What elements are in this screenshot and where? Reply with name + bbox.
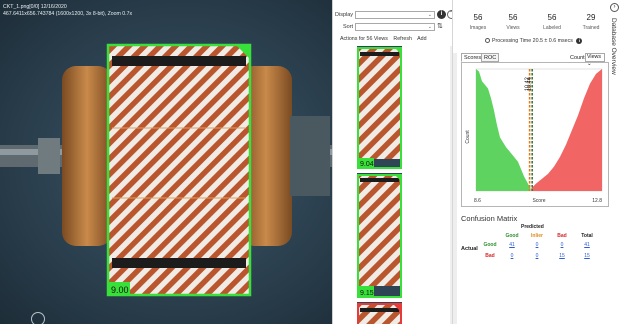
database-overview-panel: 56 Images 56 Views 56 Labeled 29 Trained…: [452, 0, 620, 324]
confusion-matrix-title: Confusion Matrix: [461, 214, 518, 223]
x-tick-label: 12.8: [592, 198, 602, 204]
actions-label: Actions for 56 Views: [340, 36, 388, 42]
column-header: Inlier: [531, 233, 543, 239]
stat-value: 56: [547, 13, 557, 22]
view-score: 9.00: [111, 285, 129, 295]
thumbnail-image: [357, 174, 402, 298]
x-axis-label: Score: [532, 198, 545, 204]
column-header: Good: [505, 233, 519, 239]
stat-label: Images: [469, 25, 487, 31]
zoom-control[interactable]: [31, 312, 45, 324]
thumbnail-list: 9.04 9.15: [357, 46, 402, 324]
side-title-text: Database Overview: [610, 18, 617, 75]
column-header: Bad: [557, 233, 567, 239]
view-browser: Display ⌄ i ⌃ Sort ⌄ ⇅ Actions for 56 Vi…: [332, 0, 456, 324]
matrix-cell[interactable]: 41: [503, 242, 521, 248]
row-header: Bad: [485, 253, 495, 259]
stat-label: Trained: [582, 25, 600, 31]
predicted-label: Predicted: [521, 224, 544, 230]
image-viewer[interactable]: CKT_1.png[0/0] 12/16/2020 467.6411x656.7…: [0, 0, 332, 324]
threshold-label: 10.44: [527, 77, 533, 91]
count-label: Count: [570, 55, 585, 61]
y-axis-label: Count: [465, 130, 471, 144]
side-panel-title: Database Overview: [610, 18, 619, 138]
stat-labeled: 56 Labeled: [532, 13, 572, 31]
inspection-image: [0, 43, 332, 297]
thumbnail-image: [357, 47, 402, 169]
stat-label: Views: [506, 25, 520, 31]
thumbnail-item[interactable]: [357, 302, 402, 324]
stat-images: 56 Images: [458, 13, 498, 31]
app-window: CKT_1.png[0/0] 12/16/2020 467.6411x656.7…: [0, 0, 620, 324]
thumbnail-item[interactable]: 9.04: [357, 46, 402, 169]
thumbnail-item[interactable]: 9.15: [357, 173, 402, 298]
expand-icon[interactable]: ›: [610, 3, 619, 12]
actual-label: Actual: [461, 246, 478, 252]
thumbnail-image: [357, 303, 402, 324]
tab-roc[interactable]: ROC: [481, 53, 500, 62]
matrix-cell[interactable]: 15: [578, 253, 596, 259]
chevron-down-icon: ⌄: [427, 24, 432, 30]
sort-label: Sort: [343, 24, 354, 30]
count-select-value: Views: [587, 54, 602, 60]
refresh-button[interactable]: Refresh: [393, 36, 412, 42]
display-select[interactable]: ⌄: [355, 11, 435, 19]
display-label: Display: [335, 12, 354, 18]
matrix-cell[interactable]: 41: [578, 242, 596, 248]
panel-scrollbar[interactable]: [453, 53, 457, 324]
stat-value: 56: [473, 13, 483, 22]
sort-select[interactable]: ⌄: [355, 23, 435, 31]
actions-bar: Actions for 56 Views Refresh Add: [340, 36, 431, 42]
chevron-down-icon: ⌄: [427, 12, 432, 18]
image-info: 467.6411x656.743784 (1600x1200, 3x 8-bit…: [3, 11, 133, 17]
stat-trained: 29 Trained: [571, 13, 611, 31]
processing-time: Processing Time 20.5 ± 0.6 msecs i: [485, 38, 583, 44]
matrix-cell[interactable]: 0: [528, 253, 546, 259]
matrix-cell[interactable]: 0: [528, 242, 546, 248]
stat-value: 56: [508, 13, 518, 22]
x-tick-label: 8.6: [474, 198, 481, 204]
clock-icon: [485, 38, 490, 43]
info-icon[interactable]: i: [576, 38, 583, 44]
histogram-svg: 10.4210.44CountScore8.6 12.8: [465, 68, 603, 204]
matrix-cell[interactable]: 0: [553, 242, 571, 248]
thumbnail-score: 9.15: [360, 290, 374, 297]
processing-time-text: Processing Time 20.5 ± 0.6 msecs: [492, 38, 573, 44]
score-histogram: 10.42 10.44 Count Score 8.6 12.8: [461, 62, 609, 207]
count-select[interactable]: Views ⌄: [585, 53, 605, 67]
info-icon[interactable]: i: [437, 10, 446, 19]
matrix-cell[interactable]: 0: [503, 253, 521, 259]
add-button[interactable]: Add: [417, 36, 426, 42]
image-filename: CKT_1.png[0/0] 12/16/2020: [3, 4, 67, 10]
sort-order-icon[interactable]: ⇅: [437, 22, 443, 30]
matrix-cell[interactable]: 15: [553, 253, 571, 259]
thumbnail-score: 9.04: [360, 161, 374, 168]
column-header: Total: [581, 233, 593, 239]
stat-label: Labeled: [543, 25, 561, 31]
stat-views: 56 Views: [493, 13, 533, 31]
stat-value: 29: [586, 13, 596, 22]
row-header: Good: [483, 242, 497, 248]
